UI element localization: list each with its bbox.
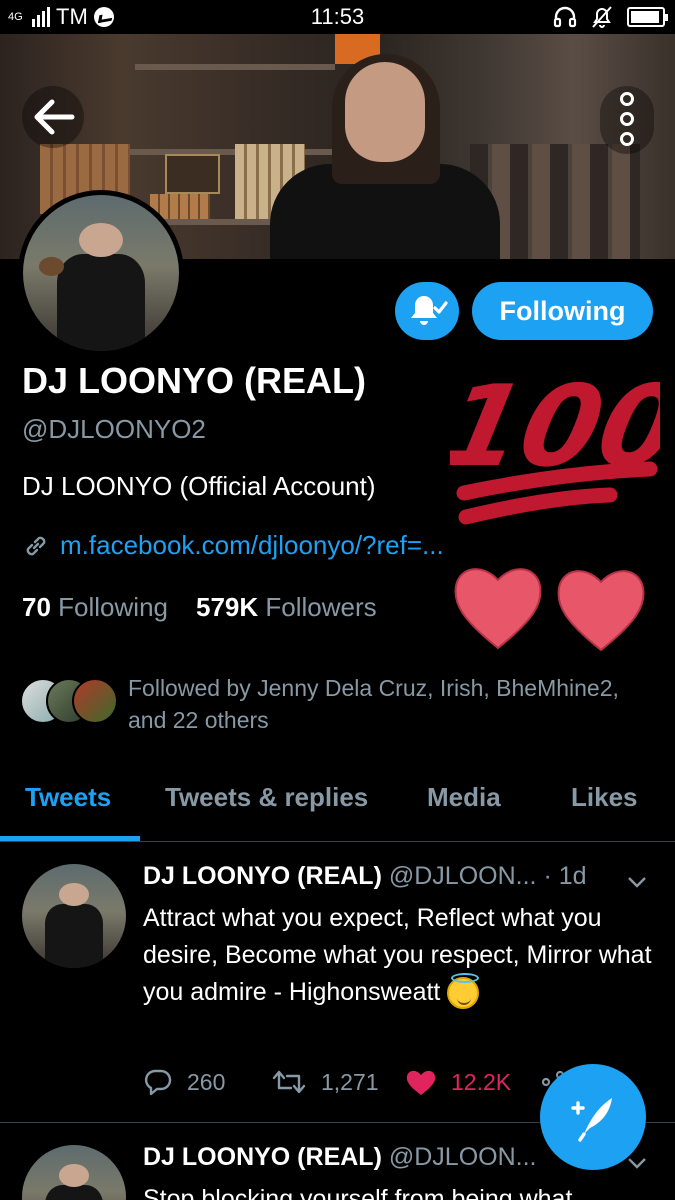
display-name: DJ LOONYO (REAL)	[22, 360, 367, 401]
profile-avatar[interactable]	[18, 190, 184, 356]
like-count: 12.2K	[451, 1068, 512, 1095]
reply-icon	[144, 1069, 172, 1096]
follow-stats: 70 Following 579K Followers	[22, 592, 377, 623]
retweet-icon	[272, 1070, 306, 1094]
tweet-avatar[interactable]	[22, 864, 126, 968]
avatar	[72, 678, 118, 724]
status-bar: 4G TM 11:53	[0, 0, 675, 34]
notifications-toggle-button[interactable]	[395, 282, 459, 340]
bell-check-icon	[411, 296, 448, 325]
reply-count: 260	[187, 1068, 226, 1095]
following-button[interactable]: Following	[472, 282, 653, 340]
tab-media[interactable]: Media	[427, 782, 501, 813]
compose-icon	[571, 1098, 612, 1142]
reply-button[interactable]: 260	[143, 1068, 271, 1096]
tweet-author-name: DJ LOONYO (REAL)	[143, 862, 382, 890]
tweet-header: DJ LOONYO (REAL) @DJLOON... · 1d	[143, 862, 587, 891]
followed-by-avatars[interactable]	[20, 678, 120, 726]
tweet-header: DJ LOONYO (REAL) @DJLOON...	[143, 1143, 536, 1172]
tab-tweets[interactable]: Tweets	[25, 782, 111, 813]
profile-link[interactable]: m.facebook.com/djloonyo/?ref=...	[22, 530, 444, 561]
tweet-author-handle: @DJLOON...	[388, 862, 537, 890]
more-options-button[interactable]	[600, 86, 654, 154]
followers-stat[interactable]: 579K Followers	[196, 592, 377, 622]
link-icon	[26, 536, 46, 555]
following-stat[interactable]: 70 Following	[22, 592, 168, 622]
back-arrow-icon	[34, 99, 75, 135]
tweet-text-content: Attract what you expect, Reflect what yo…	[143, 904, 652, 1006]
tweet-author-handle: @DJLOON...	[388, 1143, 537, 1171]
profile-bio: DJ LOONYO (Official Account)	[22, 471, 376, 501]
followed-by-text[interactable]: Followed by Jenny Dela Cruz, Irish, BheM…	[128, 672, 648, 736]
compose-tweet-button[interactable]	[540, 1064, 646, 1170]
tweet-author-name: DJ LOONYO (REAL)	[143, 1143, 382, 1171]
tweet-text: Stop blocking yourself from being what	[143, 1185, 573, 1200]
hundred-points-sticker: 100	[450, 365, 660, 525]
tab-tweets-and-replies[interactable]: Tweets & replies	[165, 782, 368, 813]
followed-by-line: and 22 others	[128, 707, 269, 733]
retweet-count: 1,271	[321, 1068, 379, 1095]
smiling-face-with-halo-icon	[447, 973, 480, 1010]
profile-tabs: Tweets Tweets & replies Media Likes	[0, 760, 675, 842]
tweet-actions: 260 1,271 12.2K	[143, 1068, 567, 1096]
profile-link-text[interactable]: m.facebook.com/djloonyo/?ref=...	[60, 530, 444, 561]
heart-icon	[406, 1070, 436, 1095]
username-handle: @DJLOONYO2	[22, 414, 206, 444]
headset-icon	[553, 6, 577, 28]
chevron-down-icon[interactable]	[625, 870, 649, 894]
tweet-text: Attract what you expect, Reflect what yo…	[143, 900, 653, 1011]
battery-icon	[627, 7, 668, 27]
tab-likes[interactable]: Likes	[571, 782, 638, 813]
followed-by-line: Followed by Jenny Dela Cruz, Irish, BheM…	[128, 675, 619, 701]
tweet-time: · 1d	[543, 862, 587, 890]
tweet-avatar[interactable]	[22, 1145, 126, 1200]
retweet-button[interactable]: 1,271	[271, 1068, 405, 1096]
active-tab-indicator	[0, 836, 140, 841]
like-button[interactable]: 12.2K	[405, 1068, 539, 1096]
hearts-sticker	[454, 568, 645, 652]
bell-off-icon	[592, 6, 612, 28]
back-button[interactable]	[22, 86, 84, 148]
